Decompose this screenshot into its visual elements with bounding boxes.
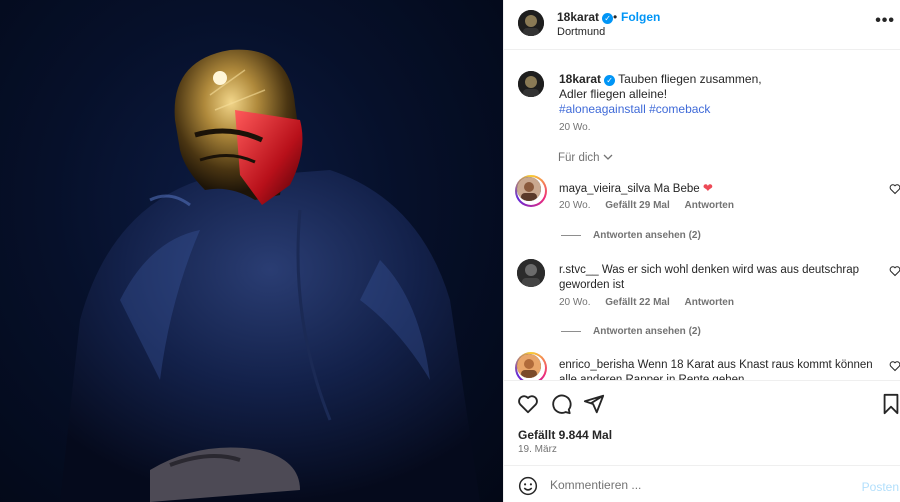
commenter-username[interactable]: maya_vieira_silva: [559, 183, 650, 195]
view-replies-label: Antworten ansehen (2): [593, 230, 701, 241]
comment-meta: 20 Wo. Gefällt 22 Mal Antworten: [559, 297, 746, 308]
caption-avatar[interactable]: [518, 71, 544, 97]
commenter-username[interactable]: r.stvc__: [559, 264, 599, 276]
heart-icon[interactable]: [517, 393, 539, 415]
follow-button[interactable]: Folgen: [621, 10, 660, 24]
comment-likes[interactable]: Gefällt 29 Mal: [605, 200, 669, 211]
like-comment-heart-icon[interactable]: [889, 183, 900, 195]
comment-text: r.stvc__ Was er sich wohl denken wird wa…: [559, 263, 879, 293]
caption-username[interactable]: 18karat: [559, 72, 601, 86]
caption-hashtags[interactable]: #aloneagainstall #comeback: [559, 102, 710, 116]
like-comment-heart-icon[interactable]: [889, 360, 900, 372]
post-comment-button[interactable]: Posten: [862, 480, 899, 494]
sort-label: Für dich: [558, 152, 600, 164]
comment-time: 20 Wo.: [559, 297, 591, 308]
replies-line: [561, 234, 581, 236]
like-count[interactable]: Gefällt 9.844 Mal: [518, 428, 612, 442]
like-comment-heart-icon[interactable]: [889, 265, 900, 277]
comment-likes[interactable]: Gefällt 22 Mal: [605, 297, 669, 308]
chevron-down-icon: [603, 152, 613, 164]
view-replies-button[interactable]: Antworten ansehen (2): [561, 326, 701, 337]
caption-time: 20 Wo.: [559, 122, 591, 133]
replies-line: [561, 330, 581, 332]
caption-line-2: Adler fliegen alleine!: [559, 87, 668, 101]
comment-body: Ma Bebe: [653, 183, 700, 195]
commenter-avatar[interactable]: [517, 177, 541, 201]
add-comment-bar: Posten: [504, 465, 900, 502]
comment-body: Was er sich wohl denken wird was aus deu…: [559, 264, 860, 291]
reply-button[interactable]: Antworten: [685, 200, 734, 211]
view-replies-button[interactable]: Antworten ansehen (2): [561, 230, 701, 241]
header-separator: •: [613, 10, 618, 24]
author-username[interactable]: 18karat ✓: [557, 10, 614, 24]
author-username-text[interactable]: 18karat: [557, 10, 599, 24]
post-side-panel: 18karat ✓ • Folgen Dortmund ••• 18karat ✓ …: [503, 0, 900, 502]
sort-for-you-dropdown[interactable]: Für dich: [558, 152, 613, 164]
caption-text: 18karat ✓ Tauben fliegen zusammen, Adler …: [559, 72, 879, 117]
masked-figure-illustration: [60, 49, 480, 502]
author-avatar[interactable]: [518, 10, 544, 36]
verified-badge-icon: ✓: [602, 13, 614, 24]
caption-line-1: Tauben fliegen zusammen,: [618, 72, 762, 86]
view-replies-label: Antworten ansehen (2): [593, 326, 701, 337]
comment-meta: 20 Wo. Gefällt 29 Mal Antworten: [559, 200, 746, 211]
commenter-username[interactable]: enrico_berisha: [559, 359, 634, 371]
emoji-icon[interactable]: [518, 476, 538, 496]
comment-time: 20 Wo.: [559, 200, 591, 211]
commenter-avatar[interactable]: [517, 354, 541, 378]
reply-button[interactable]: Antworten: [685, 297, 734, 308]
verified-badge-icon: ✓: [604, 75, 616, 86]
post-actions: Gefällt 9.844 Mal 19. März: [504, 380, 900, 464]
post-image[interactable]: [0, 0, 503, 502]
commenter-avatar[interactable]: [517, 259, 545, 287]
comment-text: maya_vieira_silva Ma Bebe ❤: [559, 181, 879, 197]
post-date: 19. März: [518, 444, 557, 455]
more-options-icon[interactable]: •••: [875, 12, 895, 30]
red-heart-emoji: ❤: [702, 181, 713, 195]
bookmark-icon[interactable]: [880, 393, 900, 415]
share-icon[interactable]: [583, 393, 605, 415]
comment-icon[interactable]: [550, 393, 572, 415]
story-ring[interactable]: [515, 352, 547, 380]
post-location[interactable]: Dortmund: [557, 26, 605, 38]
comment-text: enrico_berisha Wenn 18 Karat aus Knast r…: [559, 358, 879, 380]
story-ring[interactable]: [515, 175, 547, 207]
comments-list[interactable]: 18karat ✓ Tauben fliegen zusammen, Adler …: [504, 51, 900, 380]
post-header: 18karat ✓ • Folgen Dortmund •••: [504, 0, 900, 50]
comment-input[interactable]: [550, 474, 850, 496]
